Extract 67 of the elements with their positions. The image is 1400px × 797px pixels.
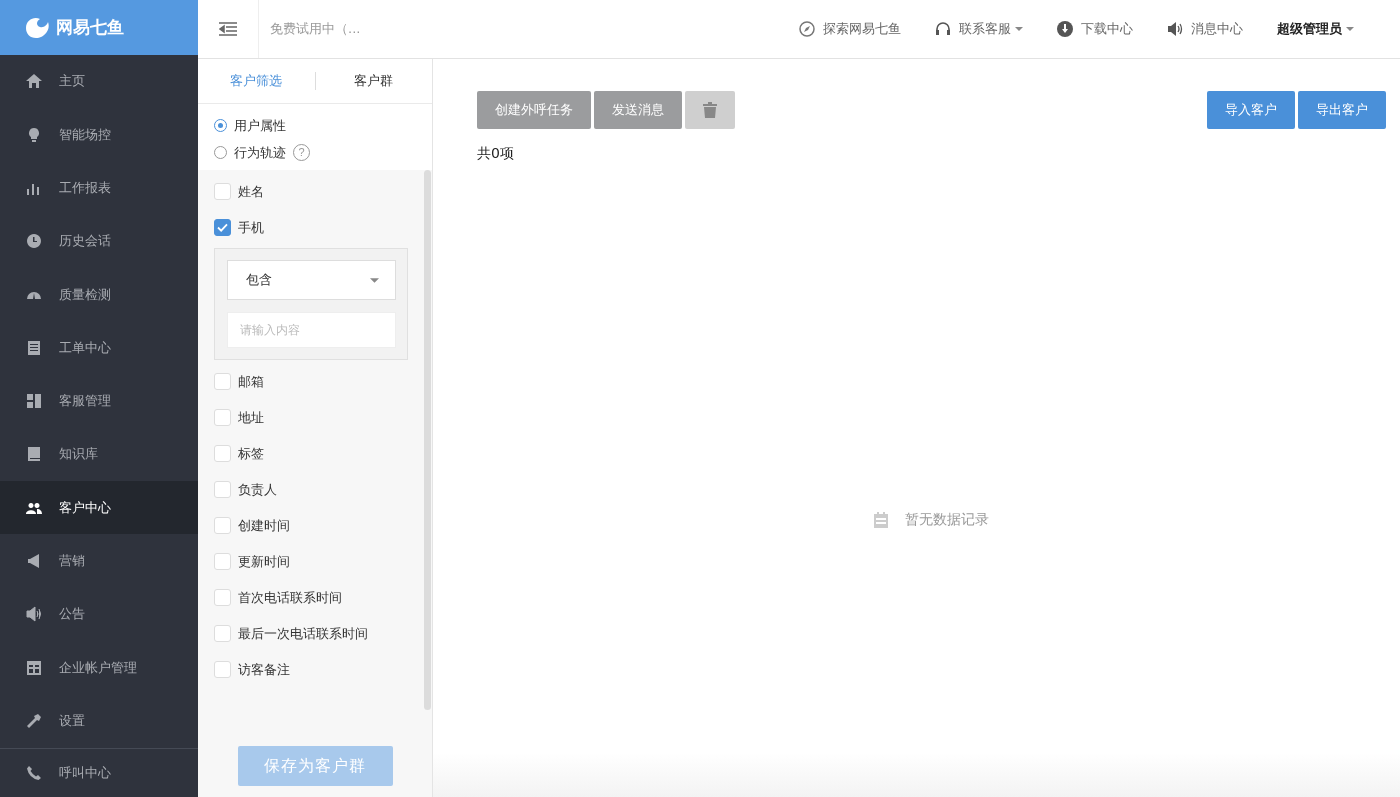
checkbox-label: 访客备注	[238, 660, 290, 679]
logo-text: 网易七鱼	[56, 15, 124, 39]
sidebar-item[interactable]: 质量检测	[0, 267, 198, 322]
headset-icon	[935, 21, 951, 37]
trial-status: 免费试用中（...	[270, 20, 361, 38]
header-link[interactable]: 消息中心	[1167, 20, 1243, 38]
hammer-icon	[26, 712, 42, 729]
sidebar-item[interactable]: 历史会话	[0, 214, 198, 268]
radio-button[interactable]	[214, 146, 227, 159]
tab[interactable]: 客户群	[315, 72, 432, 90]
sidebar-item[interactable]: 设置	[0, 694, 198, 748]
trash-icon	[703, 102, 717, 118]
header-link[interactable]: 下载中心	[1057, 20, 1133, 38]
phone-icon	[26, 764, 42, 781]
download-icon	[1057, 21, 1073, 37]
checkbox-label: 负责人	[238, 480, 277, 499]
radio-label: 行为轨迹	[234, 143, 286, 162]
sidebar-item[interactable]: 客户中心	[0, 481, 198, 535]
checkbox-label: 手机	[238, 218, 264, 237]
document-icon	[26, 339, 42, 356]
compass-icon	[799, 21, 815, 37]
item-count: 共0项	[477, 145, 515, 163]
checkbox-label: 邮箱	[238, 372, 264, 391]
checkbox-label: 姓名	[238, 182, 264, 201]
operator-dropdown[interactable]: 包含	[227, 260, 396, 300]
speaker-icon	[1167, 21, 1183, 37]
value-input-field[interactable]: 请输入内容	[227, 312, 396, 348]
sidebar-item[interactable]: 客服管理	[0, 374, 198, 428]
speaker-icon	[26, 606, 42, 623]
header-link[interactable]: 联系客服	[935, 20, 1023, 38]
sidebar-item[interactable]: 主页	[0, 54, 198, 108]
toolbar-button[interactable]: 导入客户	[1207, 91, 1295, 129]
user-menu[interactable]: 超级管理员	[1277, 20, 1354, 38]
check-icon	[217, 223, 228, 232]
sidebar-item[interactable]: 公告	[0, 587, 198, 641]
checkbox[interactable]	[214, 219, 231, 236]
radio-label: 用户属性	[234, 116, 286, 135]
sidebar-item[interactable]: 工作报表	[0, 161, 198, 215]
toolbar-button[interactable]: 导出客户	[1298, 91, 1386, 129]
bulb-icon	[26, 126, 42, 143]
table-icon	[26, 659, 42, 676]
sidebar-item[interactable]: 知识库	[0, 427, 198, 482]
home-icon	[26, 73, 42, 90]
scrollbar[interactable]	[424, 170, 431, 710]
sidebar-item[interactable]: 企业帐户管理	[0, 640, 198, 695]
radio-button[interactable]	[214, 119, 227, 132]
clock-icon	[26, 233, 42, 250]
checkbox-label: 地址	[238, 408, 264, 427]
header-link[interactable]: 探索网易七鱼	[799, 20, 901, 38]
caret-icon	[1346, 27, 1354, 31]
checkbox-label: 创建时间	[238, 516, 290, 535]
caret-icon	[1015, 27, 1023, 31]
menu-icon	[219, 22, 237, 36]
sidebar-item[interactable]: 工单中心	[0, 321, 198, 375]
book-icon	[26, 446, 42, 463]
checkbox-label: 最后一次电话联系时间	[238, 624, 368, 643]
megaphone-icon	[26, 553, 42, 569]
tab[interactable]: 客户筛选	[198, 72, 315, 90]
empty-message: 暂无数据记录	[905, 511, 989, 529]
sidebar-item[interactable]: 营销	[0, 534, 198, 588]
checkbox-label: 更新时间	[238, 552, 290, 571]
sidebar-item[interactable]: 智能场控	[0, 107, 198, 162]
caret-icon	[370, 277, 379, 283]
grid-icon	[26, 393, 42, 410]
checkbox-label: 首次电话联系时间	[238, 588, 342, 607]
checkbox-label: 标签	[238, 444, 264, 463]
calendar-icon	[874, 512, 888, 528]
